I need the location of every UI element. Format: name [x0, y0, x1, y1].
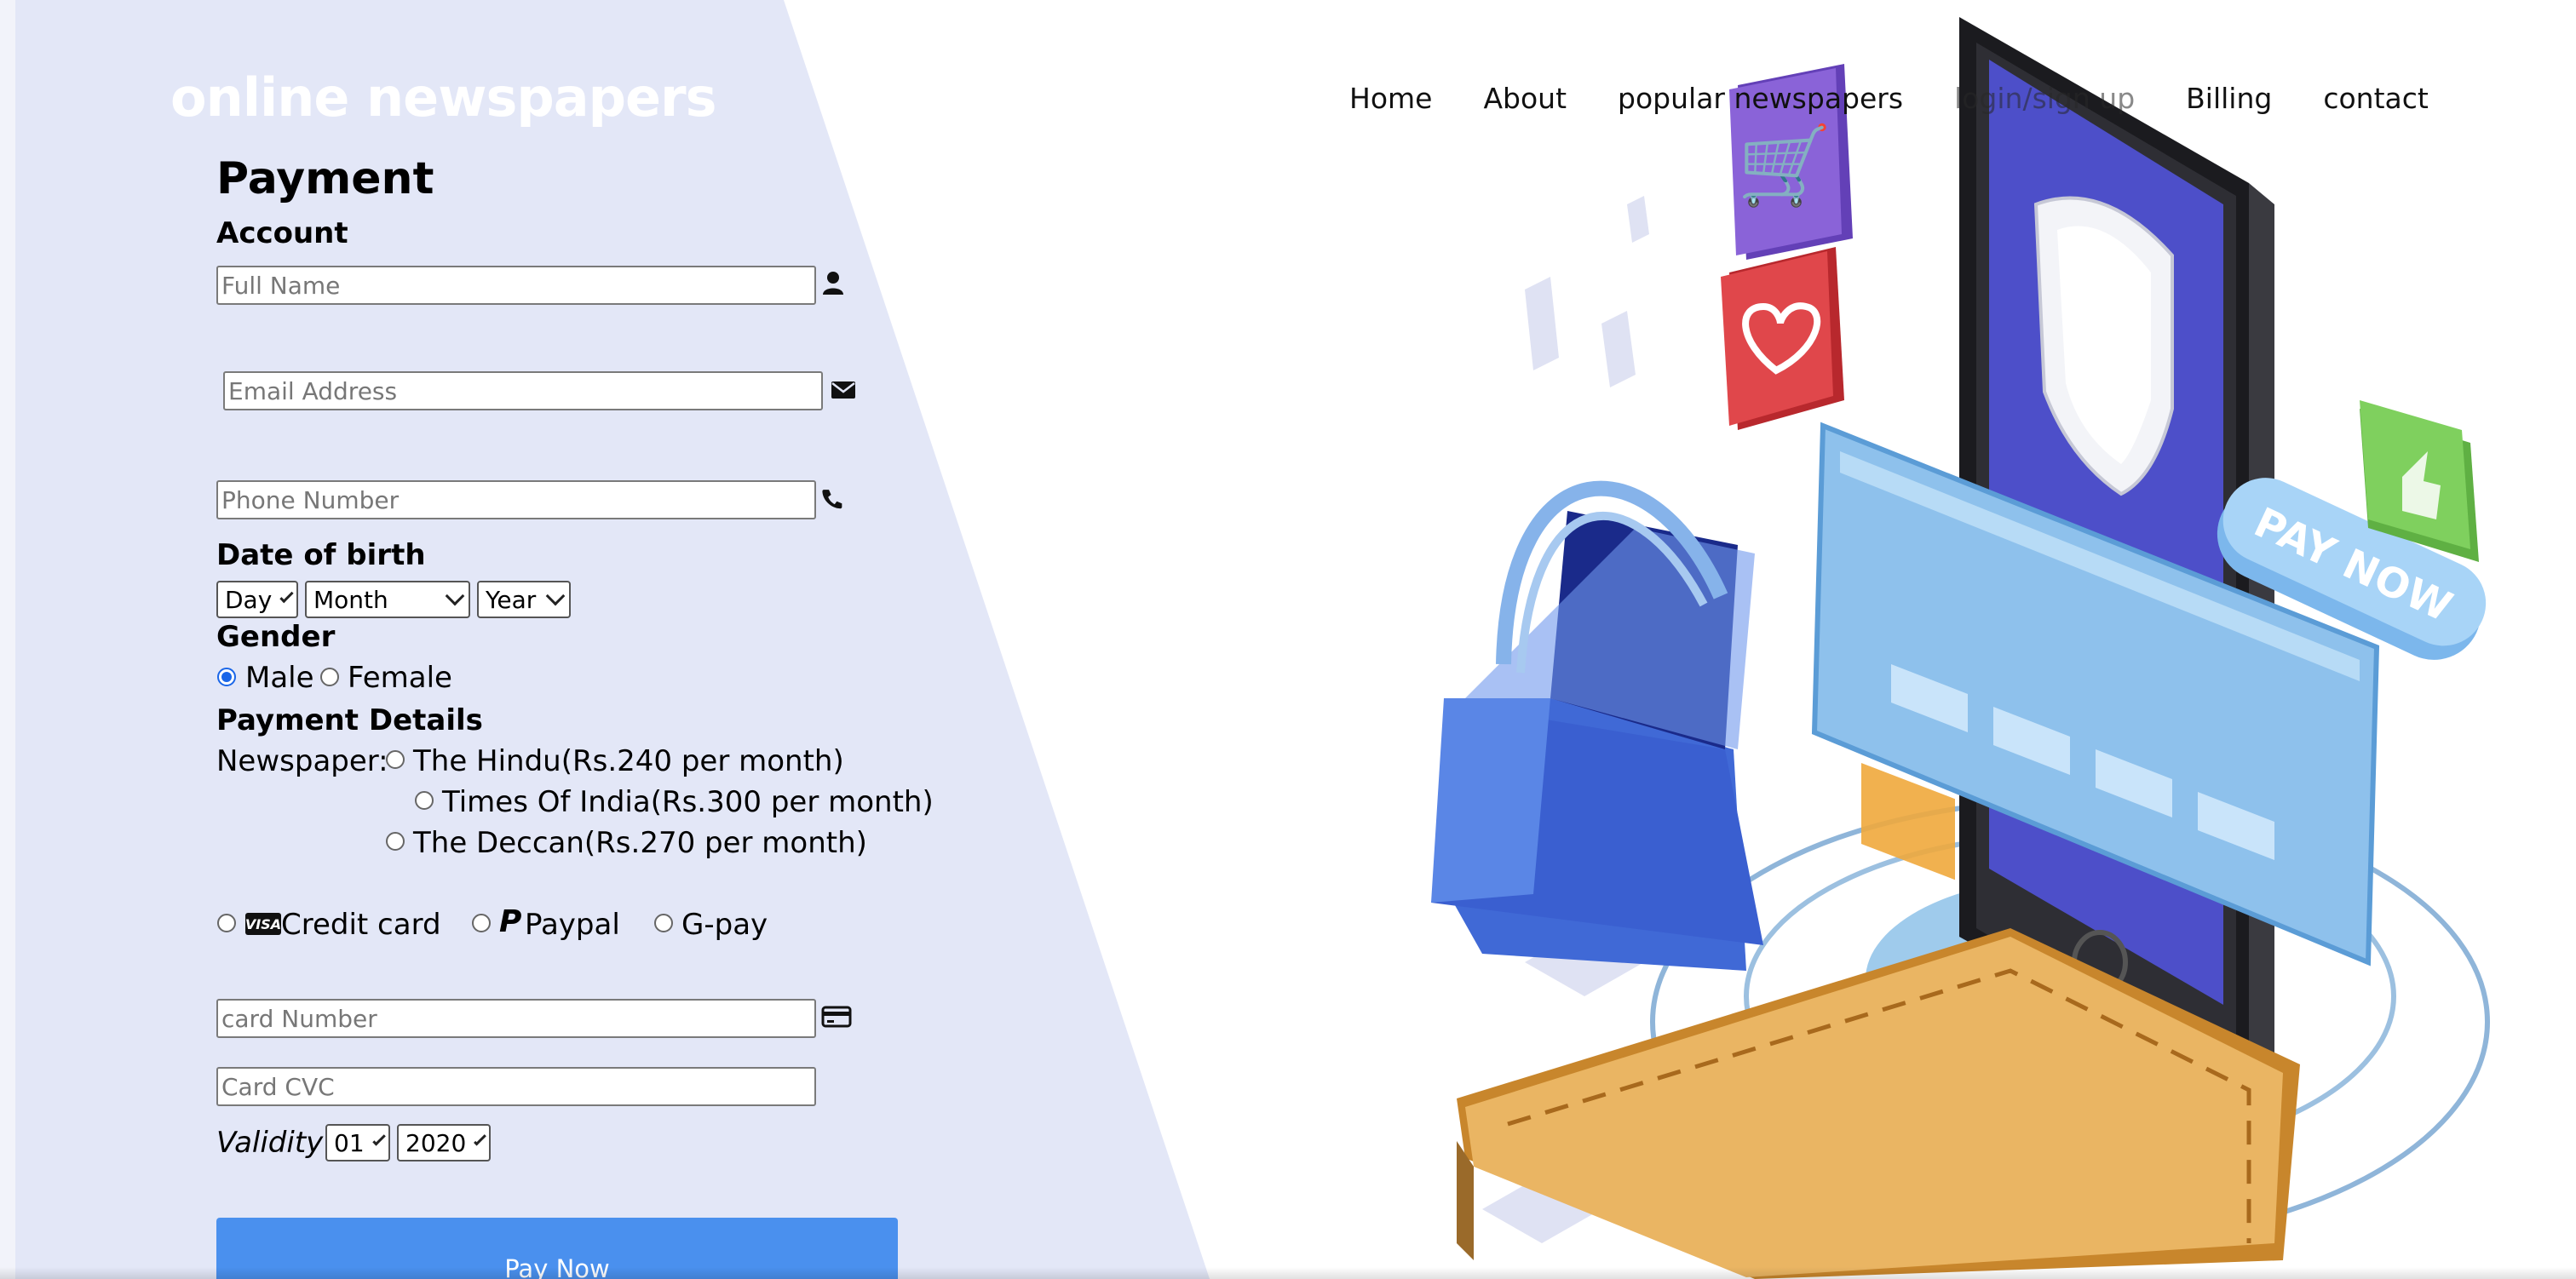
gpay-radio[interactable] — [654, 914, 673, 932]
phone-input[interactable] — [216, 480, 816, 519]
user-icon — [823, 272, 843, 295]
brand-logo-text[interactable]: online newspapers — [170, 66, 717, 129]
bottom-shadow — [0, 1267, 2576, 1279]
credit-card-icon — [821, 1006, 852, 1028]
email-input[interactable] — [223, 371, 823, 410]
page-edge — [0, 0, 15, 1279]
newspaper-label: Newspaper: — [216, 744, 388, 778]
newspaper-hindu-label: The Hindu(Rs.240 per month) — [413, 744, 844, 778]
paypal-label: Paypal — [525, 908, 620, 942]
newspaper-hindu-radio[interactable] — [386, 750, 405, 769]
credit-card-label: Credit card — [281, 908, 441, 942]
nav-home[interactable]: Home — [1349, 82, 1432, 115]
newspaper-toi-radio[interactable] — [415, 791, 434, 810]
newspaper-deccan-label: The Deccan(Rs.270 per month) — [413, 826, 867, 860]
gender-male-label: Male — [245, 661, 314, 695]
dob-month-value: Month — [313, 585, 388, 614]
validity-month-value: 01 — [334, 1128, 365, 1157]
chevron-down-icon — [371, 1133, 386, 1146]
dob-year-value: Year — [486, 585, 537, 614]
card-cvc-input[interactable] — [216, 1067, 816, 1106]
nav-contact[interactable]: contact — [2323, 82, 2429, 115]
validity-label: Validity — [216, 1126, 324, 1160]
gender-female-radio[interactable] — [320, 668, 339, 686]
validity-year-select[interactable]: 2020 — [397, 1124, 491, 1161]
dob-heading: Date of birth — [216, 538, 426, 572]
paypal-radio[interactable] — [472, 914, 491, 932]
visa-icon: VISA — [245, 913, 281, 935]
card-number-input[interactable] — [216, 999, 816, 1038]
dob-day-select[interactable]: Day — [216, 581, 298, 618]
payment-illustration: PAY NOW 🛒 — [1431, 17, 2490, 1279]
validity-month-select[interactable]: 01 — [325, 1124, 390, 1161]
nav-login-signup[interactable]: login/sign up — [1954, 82, 2135, 115]
gpay-label: G-pay — [681, 908, 768, 942]
nav-about[interactable]: About — [1483, 82, 1567, 115]
envelope-icon — [831, 381, 855, 399]
chevron-down-icon — [474, 1133, 486, 1146]
phone-icon — [822, 490, 842, 509]
chevron-down-icon — [445, 586, 465, 606]
gender-female-label: Female — [348, 661, 452, 695]
account-heading: Account — [216, 216, 348, 250]
dob-day-value: Day — [225, 585, 273, 614]
payment-details-heading: Payment Details — [216, 703, 483, 737]
credit-card-radio[interactable] — [217, 914, 236, 932]
validity-year-value: 2020 — [405, 1128, 467, 1157]
full-name-input[interactable] — [216, 266, 816, 305]
chevron-down-icon — [279, 588, 294, 604]
newspaper-deccan-radio[interactable] — [386, 832, 405, 851]
dob-year-select[interactable]: Year — [477, 581, 571, 618]
nav-billing[interactable]: Billing — [2186, 82, 2272, 115]
dob-month-select[interactable]: Month — [305, 581, 470, 618]
page-title: Payment — [216, 153, 434, 204]
gender-male-radio[interactable] — [217, 668, 236, 686]
nav-popular-newspapers[interactable]: popular newspapers — [1618, 82, 1903, 115]
chevron-down-icon — [545, 586, 566, 606]
svg-text:🛒: 🛒 — [1737, 121, 1832, 210]
gender-heading: Gender — [216, 620, 336, 654]
newspaper-toi-label: Times Of India(Rs.300 per month) — [442, 785, 934, 819]
paypal-icon: P — [499, 904, 522, 939]
top-nav: Home About popular newspapers login/sign… — [1349, 82, 2480, 115]
